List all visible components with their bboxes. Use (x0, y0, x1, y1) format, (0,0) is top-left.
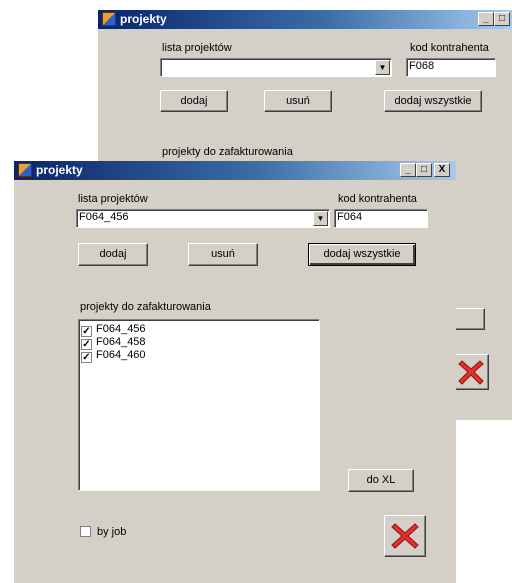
back-kod-value: F068 (409, 60, 435, 72)
kod-value: F064 (337, 211, 363, 223)
back-kod-field[interactable]: F068 (406, 58, 496, 77)
add-all-button[interactable]: dodaj wszystkie (308, 243, 416, 266)
back-add-all-button[interactable]: dodaj wszystkie (384, 90, 482, 112)
close-form-button[interactable] (384, 515, 426, 557)
maximize-button[interactable]: □ (416, 163, 432, 177)
list-item[interactable]: ✓ F064_456 (81, 323, 317, 337)
back-window-titlebar[interactable]: projekty _ □ (98, 10, 512, 29)
by-job-label: by job (97, 526, 127, 538)
checkbox[interactable]: ✓ (81, 352, 92, 363)
back-window-title: projekty (120, 12, 167, 26)
projects-list[interactable]: ✓ F064_456 ✓ F064_458 ✓ F064_460 (78, 319, 320, 491)
red-x-icon (391, 523, 419, 549)
back-close-form-button[interactable] (453, 354, 489, 390)
back-remove-button[interactable]: usuń (264, 90, 332, 112)
combo-value: F064_456 (79, 211, 129, 223)
back-kod-label: kod kontrahenta (410, 42, 489, 54)
list-item[interactable]: ✓ F064_460 (81, 349, 317, 363)
red-x-icon (458, 360, 484, 385)
lista-label: lista projektów (78, 193, 148, 205)
maximize-button[interactable]: □ (494, 12, 510, 26)
back-project-combo[interactable]: ▼ (160, 58, 392, 77)
close-button[interactable]: X (434, 163, 450, 177)
chevron-down-icon[interactable]: ▼ (375, 60, 390, 75)
project-combo[interactable]: F064_456 ▼ (76, 209, 330, 228)
front-window-title: projekty (36, 163, 83, 177)
list-item-label: F064_460 (96, 349, 146, 361)
kod-field[interactable]: F064 (334, 209, 428, 228)
remove-button[interactable]: usuń (188, 243, 258, 266)
app-window-icon (18, 163, 32, 177)
back-export-button[interactable] (453, 308, 485, 330)
list-item[interactable]: ✓ F064_458 (81, 336, 317, 350)
list-item-label: F064_456 (96, 323, 146, 335)
export-xl-button[interactable]: do XL (348, 469, 414, 492)
by-job-checkbox-row[interactable]: by job (80, 526, 126, 538)
by-job-checkbox[interactable] (80, 526, 91, 537)
list-item-label: F064_458 (96, 336, 146, 348)
minimize-button[interactable]: _ (478, 12, 494, 26)
projects-label: projekty do zafakturowania (80, 301, 211, 313)
back-lista-label: lista projektów (162, 42, 232, 54)
back-add-button[interactable]: dodaj (160, 90, 228, 112)
front-window-titlebar[interactable]: projekty _ □ X (14, 161, 456, 180)
front-window: projekty _ □ X lista projektów kod kontr… (14, 161, 456, 583)
chevron-down-icon[interactable]: ▼ (313, 211, 328, 226)
minimize-button[interactable]: _ (400, 163, 416, 177)
kod-label: kod kontrahenta (338, 193, 417, 205)
add-button[interactable]: dodaj (78, 243, 148, 266)
back-projects-label: projekty do zafakturowania (162, 146, 293, 158)
app-window-icon (102, 12, 116, 26)
